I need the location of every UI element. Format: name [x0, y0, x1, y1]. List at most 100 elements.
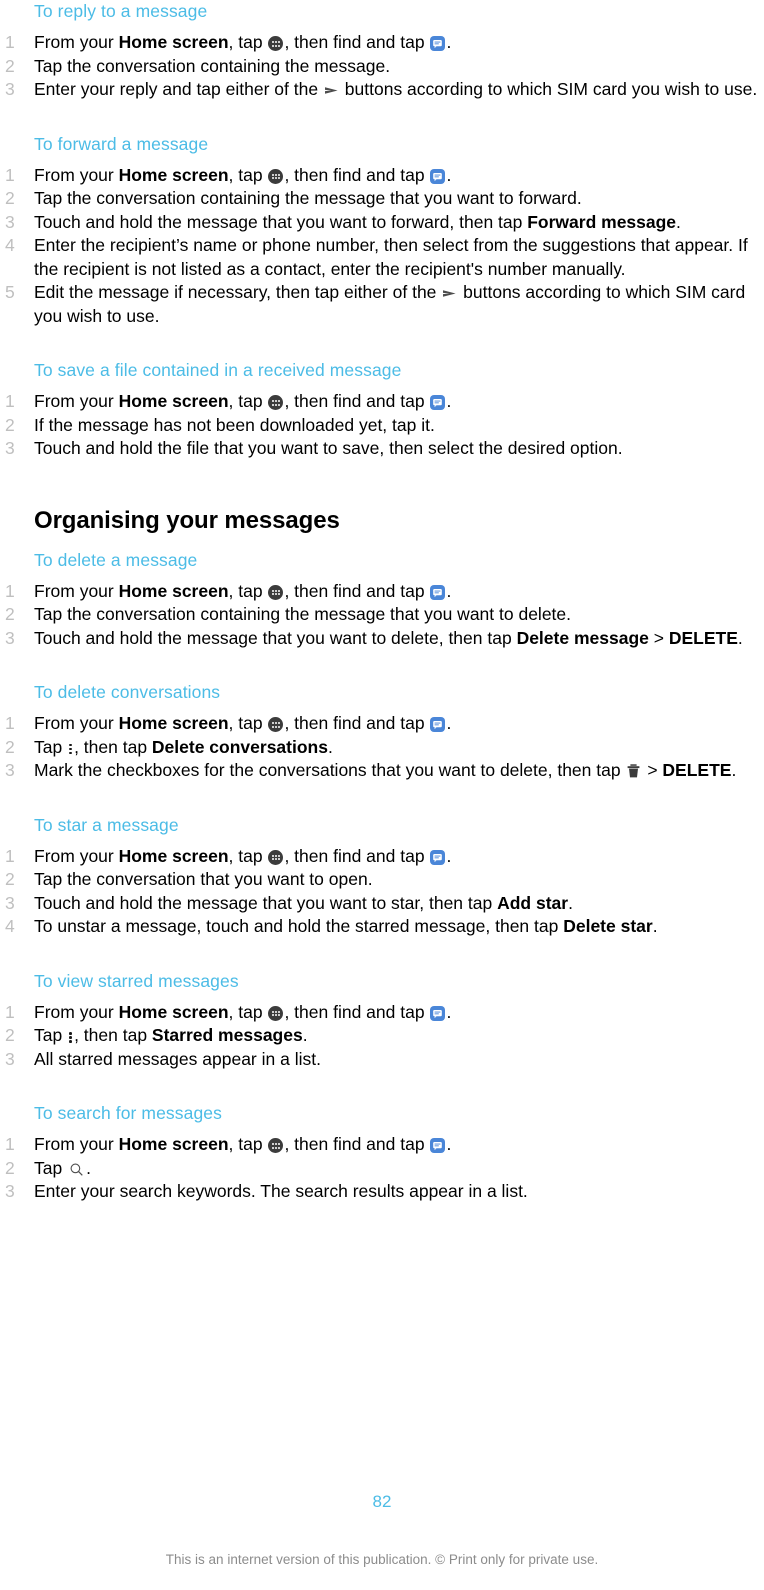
step-text: From your — [34, 32, 119, 52]
step-text: . — [568, 892, 573, 913]
step-text: , then find and tap — [284, 845, 430, 866]
step-text: . — [676, 211, 681, 232]
list-item: All starred messages appear in a list. — [5, 1048, 762, 1072]
step-bold: Home screen — [118, 1134, 229, 1154]
step-text: , tap — [228, 1134, 268, 1154]
step-text: From your — [34, 580, 119, 601]
step-text: Mark the checkboxes for the conversation… — [34, 760, 626, 780]
step-text: , then find and tap — [284, 391, 430, 411]
step-bold: Home screen — [118, 391, 229, 411]
step-text: buttons according to which SIM card you … — [339, 79, 758, 99]
step-text: . — [731, 760, 737, 780]
steps-forward: From your Home screen, tap , then find a… — [5, 164, 762, 329]
list-item: From your Home screen, tap , then find a… — [5, 164, 762, 188]
page-content: To reply to a message From your Home scr… — [0, 0, 764, 1204]
step-text: Enter your search keywords. The search r… — [34, 1181, 528, 1201]
step-text: . — [446, 391, 452, 411]
steps-star-message: From your Home screen, tap , then find a… — [5, 845, 762, 939]
steps-view-starred: From your Home screen, tap , then find a… — [5, 1001, 762, 1072]
step-bold: Delete conversations — [151, 736, 328, 757]
list-item: Enter the recipient’s name or phone numb… — [5, 234, 762, 281]
step-text: Tap the conversation that you want to op… — [34, 869, 373, 889]
step-bold: Starred messages — [151, 1025, 303, 1045]
step-text: From your — [34, 845, 119, 866]
messaging-app-icon — [430, 1005, 446, 1021]
procedure-title-delete-message: To delete a message — [34, 549, 198, 570]
list-item: From your Home screen, tap , then find a… — [5, 712, 762, 736]
step-bold: Home screen — [118, 845, 229, 866]
step-text: , then find and tap — [284, 1001, 430, 1022]
step-text: From your — [34, 391, 119, 411]
step-text: . — [446, 580, 452, 601]
list-item: Tap the conversation that you want to op… — [5, 868, 762, 892]
step-text: . — [86, 1157, 91, 1178]
overflow-menu-icon — [68, 1029, 73, 1044]
list-item: Tap . — [5, 1157, 762, 1181]
step-text: Edit the message if necessary, then tap … — [34, 282, 442, 302]
step-text: , tap — [228, 32, 268, 52]
messaging-app-icon — [430, 584, 446, 600]
app-drawer-icon — [268, 395, 284, 410]
search-icon — [69, 1162, 84, 1177]
procedure-title-search-messages: To search for messages — [34, 1103, 222, 1123]
step-text: Tap the conversation containing the mess… — [34, 55, 391, 76]
list-item: Enter your reply and tap either of the b… — [5, 78, 762, 102]
step-text: . — [446, 845, 452, 866]
list-item: From your Home screen, tap , then find a… — [5, 1133, 762, 1157]
step-text: , tap — [228, 1001, 268, 1022]
list-item: Touch and hold the file that you want to… — [5, 437, 762, 461]
step-text: Tap — [34, 1157, 68, 1178]
manual-page: To reply to a message From your Home scr… — [0, 0, 764, 1590]
page-title: Organising your messages — [34, 506, 340, 534]
step-text: Tap the conversation containing the mess… — [34, 188, 582, 208]
trash-icon — [626, 763, 641, 779]
app-drawer-icon — [268, 1138, 284, 1153]
app-drawer-icon — [268, 717, 284, 732]
app-drawer-icon — [268, 1005, 284, 1021]
list-item: From your Home screen, tap , then find a… — [5, 580, 762, 604]
app-drawer-icon — [268, 849, 284, 865]
list-item: Tap the conversation containing the mess… — [5, 603, 762, 627]
step-text: . — [652, 916, 658, 936]
messaging-app-icon — [430, 36, 446, 51]
step-text: , tap — [228, 164, 268, 185]
step-text: , then tap — [74, 736, 152, 757]
step-bold: Home screen — [118, 164, 229, 185]
list-item: Tap the conversation containing the mess… — [5, 187, 762, 211]
procedure-title-star-message: To star a message — [34, 814, 179, 835]
list-item: Tap , then tap Delete conversations. — [5, 736, 762, 760]
steps-delete-conversations: From your Home screen, tap , then find a… — [5, 712, 762, 783]
step-text: From your — [34, 713, 119, 733]
step-text: Tap the conversation containing the mess… — [34, 604, 572, 624]
messaging-app-icon — [430, 395, 446, 410]
step-bold: Delete star — [563, 916, 653, 936]
step-text: , then find and tap — [284, 164, 430, 185]
step-bold: DELETE — [662, 760, 732, 780]
list-item: Touch and hold the message that you want… — [5, 211, 762, 235]
list-item: Touch and hold the message that you want… — [5, 627, 762, 651]
step-text: From your — [34, 1001, 119, 1022]
procedure-title-forward: To forward a message — [34, 133, 209, 154]
step-bold: DELETE — [668, 627, 738, 648]
procedure-title-save-file: To save a file contained in a received m… — [34, 360, 402, 380]
step-text: , tap — [228, 580, 268, 601]
steps-search-messages: From your Home screen, tap , then find a… — [5, 1133, 762, 1204]
procedure-title-view-starred: To view starred messages — [34, 970, 239, 991]
list-item: Edit the message if necessary, then tap … — [5, 281, 762, 328]
step-text: To unstar a message, touch and hold the … — [34, 916, 564, 936]
step-text: . — [737, 627, 743, 648]
step-bold: Forward message — [527, 211, 677, 232]
list-item: If the message has not been downloaded y… — [5, 414, 762, 438]
app-drawer-icon — [268, 584, 284, 600]
steps-delete-message: From your Home screen, tap , then find a… — [5, 580, 762, 651]
step-text: , tap — [228, 391, 268, 411]
list-item: Touch and hold the message that you want… — [5, 892, 762, 916]
page-number: 82 — [372, 1492, 392, 1511]
step-text: > — [642, 760, 663, 780]
messaging-app-icon — [430, 717, 446, 732]
step-text: From your — [34, 1134, 119, 1154]
step-text: Touch and hold the file that you want to… — [34, 438, 623, 458]
app-drawer-icon — [268, 168, 284, 184]
step-bold: Home screen — [118, 580, 229, 601]
step-text: Enter your reply and tap either of the — [34, 79, 323, 99]
